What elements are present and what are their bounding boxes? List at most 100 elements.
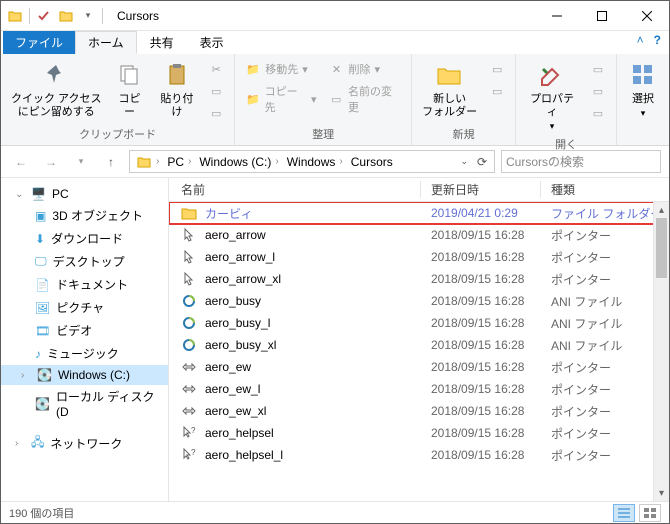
- scroll-thumb[interactable]: [656, 218, 667, 278]
- scroll-up-icon[interactable]: ▴: [654, 202, 669, 218]
- crumb-cursors[interactable]: Cursors: [347, 155, 397, 169]
- refresh-button[interactable]: ⟳: [472, 150, 492, 174]
- new-folder-button[interactable]: 新しい フォルダー: [418, 57, 481, 121]
- table-row[interactable]: ?aero_helpsel_l2018/09/15 16:28ポインター: [169, 444, 669, 466]
- tab-home[interactable]: ホーム: [75, 31, 137, 54]
- crumb-pc[interactable]: PC›: [163, 155, 195, 169]
- copy-button[interactable]: コピー: [110, 57, 150, 121]
- file-date: 2018/09/15 16:28: [421, 250, 541, 264]
- folder-small-icon[interactable]: [58, 8, 74, 24]
- drive-icon: 💽: [35, 397, 50, 411]
- up-button[interactable]: ↑: [99, 150, 123, 174]
- maximize-button[interactable]: [579, 1, 624, 30]
- easy-access-button[interactable]: ▭: [485, 81, 509, 101]
- file-name: aero_ew_xl: [205, 404, 266, 418]
- nav-pictures[interactable]: 🖼ピクチャ: [1, 296, 168, 319]
- table-row[interactable]: aero_arrow_l2018/09/15 16:28ポインター: [169, 246, 669, 268]
- nav-pc[interactable]: ⌄🖥️PC: [1, 184, 168, 204]
- file-tab[interactable]: ファイル: [3, 31, 75, 54]
- delete-button[interactable]: ✕削除 ▾: [324, 59, 405, 79]
- file-type: ポインター: [541, 249, 669, 266]
- table-row[interactable]: カービィ2019/04/21 0:29ファイル フォルダー: [169, 202, 669, 224]
- music-icon: ♪: [35, 347, 41, 361]
- select-button[interactable]: 選択▾: [623, 57, 663, 121]
- table-row[interactable]: aero_arrow_xl2018/09/15 16:28ポインター: [169, 268, 669, 290]
- file-type: ANI ファイル: [541, 337, 669, 354]
- column-headers[interactable]: 名前 更新日時 種類: [169, 178, 669, 202]
- file-type: ポインター: [541, 425, 669, 442]
- table-row[interactable]: aero_arrow2018/09/15 16:28ポインター: [169, 224, 669, 246]
- paste-shortcut-button[interactable]: ▭: [204, 103, 228, 123]
- new-folder-icon: [434, 59, 466, 91]
- check-icon[interactable]: [36, 8, 52, 24]
- cut-icon: ✂: [208, 61, 224, 77]
- scrollbar[interactable]: ▴ ▾: [653, 202, 669, 501]
- recent-button[interactable]: ▾: [69, 150, 93, 174]
- tab-share[interactable]: 共有: [137, 31, 187, 54]
- ribbon-collapse-icon[interactable]: ˄: [637, 33, 644, 47]
- crumb-c[interactable]: Windows (C:)›: [195, 155, 282, 169]
- move-to-button[interactable]: 📁移動先 ▾: [241, 59, 320, 79]
- nav-desktop[interactable]: 🖵デスクトップ: [1, 250, 168, 273]
- back-button[interactable]: ←: [9, 150, 33, 174]
- help-icon[interactable]: ?: [654, 33, 661, 47]
- nav-3d[interactable]: ▣3D オブジェクト: [1, 204, 168, 227]
- table-row[interactable]: aero_ew_l2018/09/15 16:28ポインター: [169, 378, 669, 400]
- table-row[interactable]: ?aero_helpsel2018/09/15 16:28ポインター: [169, 422, 669, 444]
- file-type: ポインター: [541, 447, 669, 464]
- search-input[interactable]: Cursorsの検索: [501, 150, 661, 173]
- table-row[interactable]: aero_ew2018/09/15 16:28ポインター: [169, 356, 669, 378]
- file-date: 2018/09/15 16:28: [421, 382, 541, 396]
- history-button[interactable]: ▭: [586, 103, 610, 123]
- nav-documents[interactable]: 📄ドキュメント: [1, 273, 168, 296]
- file-name: aero_busy_xl: [205, 338, 276, 352]
- nav-network[interactable]: ›🖧ネットワーク: [1, 430, 168, 457]
- nav-music[interactable]: ♪ミュージック: [1, 342, 168, 365]
- pin-quick-access-button[interactable]: クイック アクセス にピン留めする: [7, 57, 106, 121]
- nav-pane[interactable]: ⌄🖥️PC ▣3D オブジェクト ⬇ダウンロード 🖵デスクトップ 📄ドキュメント…: [1, 178, 169, 501]
- cut-button[interactable]: ✂: [204, 59, 228, 79]
- status-text: 190 個の項目: [9, 505, 74, 521]
- col-name[interactable]: 名前: [169, 181, 421, 198]
- paste-button[interactable]: 貼り付け: [154, 57, 201, 121]
- pc-icon: 🖥️: [31, 187, 46, 201]
- file-name: aero_helpsel_l: [205, 448, 283, 462]
- edit-button[interactable]: ▭: [586, 81, 610, 101]
- col-date[interactable]: 更新日時: [421, 181, 541, 198]
- properties-button[interactable]: プロパティ▾: [522, 57, 582, 134]
- file-type: ポインター: [541, 403, 669, 420]
- table-row[interactable]: aero_busy_xl2018/09/15 16:28ANI ファイル: [169, 334, 669, 356]
- dropdown-addr-icon[interactable]: ⌄: [456, 156, 472, 167]
- minimize-button[interactable]: [534, 1, 579, 30]
- nav-downloads[interactable]: ⬇ダウンロード: [1, 227, 168, 250]
- table-row[interactable]: aero_ew_xl2018/09/15 16:28ポインター: [169, 400, 669, 422]
- table-row[interactable]: aero_busy2018/09/15 16:28ANI ファイル: [169, 290, 669, 312]
- open-button[interactable]: ▭: [586, 59, 610, 79]
- close-button[interactable]: [624, 1, 669, 30]
- svg-text:?: ?: [191, 426, 196, 435]
- view-details-button[interactable]: [613, 504, 635, 522]
- scroll-down-icon[interactable]: ▾: [654, 485, 669, 501]
- view-icons-button[interactable]: [639, 504, 661, 522]
- table-row[interactable]: aero_busy_l2018/09/15 16:28ANI ファイル: [169, 312, 669, 334]
- rename-button[interactable]: ▭名前の変更: [324, 81, 405, 117]
- copy-to-button[interactable]: 📁コピー先 ▾: [241, 81, 320, 117]
- cube-icon: ▣: [35, 209, 46, 223]
- nav-videos[interactable]: 🎞ビデオ: [1, 319, 168, 342]
- nav-c-drive[interactable]: ›💽Windows (C:): [1, 365, 168, 385]
- file-name: aero_helpsel: [205, 426, 274, 440]
- file-name: aero_ew: [205, 360, 251, 374]
- file-date: 2018/09/15 16:28: [421, 272, 541, 286]
- col-type[interactable]: 種類: [541, 181, 669, 198]
- group-label: クリップボード: [7, 124, 228, 145]
- file-type: ポインター: [541, 359, 669, 376]
- address-bar[interactable]: › PC› Windows (C:)› Windows› Cursors ⌄ ⟳: [129, 150, 495, 173]
- nav-d-drive[interactable]: 💽ローカル ディスク (D: [1, 385, 168, 422]
- new-item-button[interactable]: ▭: [485, 59, 509, 79]
- forward-button[interactable]: →: [39, 150, 63, 174]
- folder-icon: [7, 8, 23, 24]
- dropdown-icon[interactable]: ▾: [80, 8, 96, 24]
- copy-path-button[interactable]: ▭: [204, 81, 228, 101]
- tab-view[interactable]: 表示: [187, 31, 237, 54]
- crumb-windows[interactable]: Windows›: [283, 155, 347, 169]
